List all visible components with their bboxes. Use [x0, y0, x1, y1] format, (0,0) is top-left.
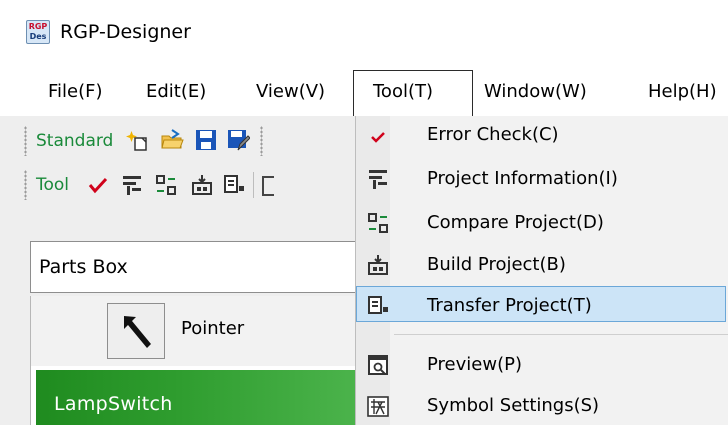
menu-separator [394, 334, 728, 335]
compare-project-icon [368, 213, 388, 233]
compare-project-icon[interactable] [154, 173, 178, 197]
pointer-arrow-icon [124, 316, 151, 348]
window-title: RGP-Designer [60, 21, 191, 43]
project-information-icon [369, 170, 387, 189]
menu-edit[interactable]: Edit(E) [146, 79, 206, 105]
menu-item-label: Project Information(I) [427, 168, 618, 189]
tool-toolbar-grip[interactable] [24, 170, 27, 200]
parts-box-title: Parts Box [39, 256, 128, 278]
menu-item-label: Preview(P) [427, 354, 522, 375]
standard-toolbar-label: Standard [36, 131, 114, 151]
menu-item-transfer-project[interactable]: Transfer Project(T) [356, 287, 728, 325]
symbol-settings-icon [367, 396, 389, 417]
open-folder-icon[interactable] [160, 128, 184, 152]
menu-item-label: Transfer Project(T) [427, 295, 592, 316]
menu-item-label: Error Check(C) [427, 124, 559, 145]
save-icon[interactable] [194, 128, 218, 152]
menu-item-compare-project[interactable]: Compare Project(D) [356, 204, 728, 242]
app-logo-bottom-text: Des [29, 32, 47, 41]
new-project-icon[interactable] [125, 128, 149, 152]
preview-partial-icon[interactable] [262, 176, 274, 196]
build-project-icon [368, 255, 388, 275]
project-information-icon[interactable] [120, 173, 144, 197]
menu-window[interactable]: Window(W) [484, 79, 587, 105]
tool-toolbar-separator [253, 172, 254, 198]
menu-item-label: Compare Project(D) [427, 212, 604, 233]
menu-item-build-project[interactable]: Build Project(B) [356, 246, 728, 284]
app-logo-icon: RGP Des [26, 20, 50, 44]
build-project-icon[interactable] [190, 173, 214, 197]
app-logo-top-text: RGP [28, 22, 48, 31]
menu-item-project-information[interactable]: Project Information(I) [356, 160, 728, 198]
pointer-label: Pointer [181, 318, 245, 339]
standard-toolbar-end-grip [260, 126, 263, 156]
tool-toolbar-label: Tool [36, 175, 70, 195]
preview-icon [368, 355, 388, 375]
menu-item-preview[interactable]: Preview(P) [356, 346, 728, 384]
standard-toolbar-grip[interactable] [24, 126, 27, 156]
transfer-project-icon[interactable] [222, 173, 246, 197]
menu-item-label: Symbol Settings(S) [427, 395, 600, 416]
menu-item-label: Build Project(B) [427, 254, 566, 275]
menu-help[interactable]: Help(H) [648, 79, 717, 105]
lampswitch-label: LampSwitch [54, 393, 173, 415]
error-check-icon[interactable] [86, 173, 110, 197]
menu-tool[interactable]: Tool(T) [373, 79, 433, 105]
menu-file[interactable]: File(F) [48, 79, 103, 105]
menu-view[interactable]: View(V) [256, 79, 325, 105]
pointer-button[interactable] [107, 303, 165, 359]
menu-item-symbol-settings[interactable]: Symbol Settings(S) [356, 387, 728, 425]
transfer-project-icon [368, 296, 388, 314]
save-as-icon[interactable] [226, 128, 250, 152]
checkmark-icon [371, 132, 385, 143]
menu-item-error-check[interactable]: Error Check(C) [356, 116, 728, 154]
